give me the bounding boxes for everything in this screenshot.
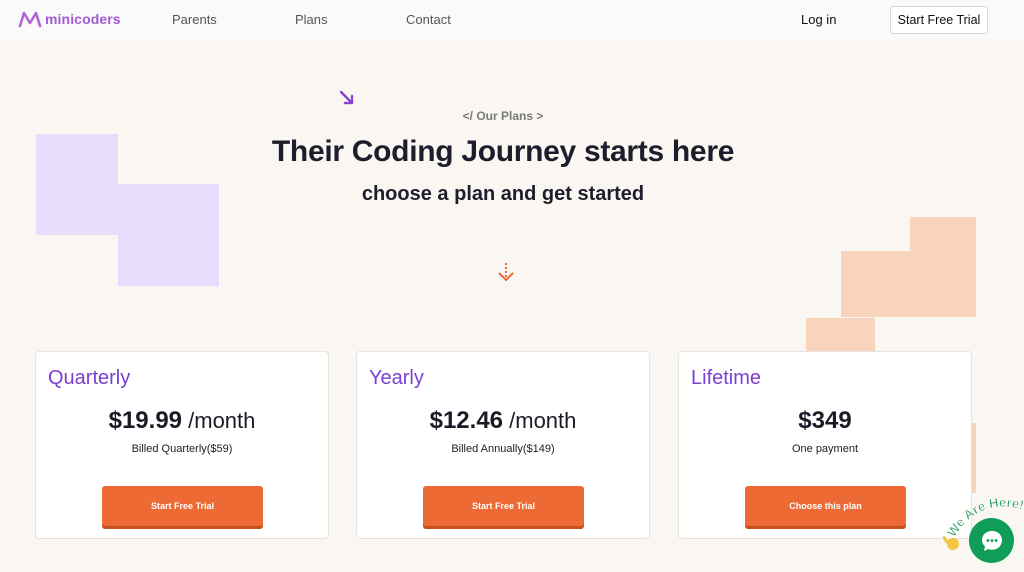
page-title: Their Coding Journey starts here [271,135,735,168]
plan-price: $349 [798,407,852,434]
chat-button[interactable] [969,518,1014,563]
nav-start-free-trial-button[interactable]: Start Free Trial [890,6,988,34]
section-eyebrow: </ Our Plans > [462,109,544,123]
plan-price: $19.99 /month [108,407,256,434]
decor-block [806,318,875,352]
minicoders-logo-icon [18,11,42,28]
decor-block [910,217,976,317]
arrow-diagonal-icon [339,90,354,105]
plan-billing: Billed Annually($149) [451,443,555,455]
plan-card-lifetime: Lifetime $349 One payment Choose this pl… [678,351,972,539]
nav-link-contact[interactable]: Contact [406,12,451,27]
choose-plan-button[interactable]: Choose this plan [745,486,906,526]
plan-card-yearly: Yearly $12.46 /month Billed Annually($14… [356,351,650,539]
page-subtitle: choose a plan and get started [361,183,645,205]
plan-price: $12.46 /month [429,407,577,434]
arrow-down-icon [498,263,514,282]
plan-billing: Billed Quarterly($59) [131,443,233,455]
nav-link-plans[interactable]: Plans [295,12,328,27]
brand-logo[interactable]: minicoders [18,10,121,28]
start-free-trial-button[interactable]: Start Free Trial [102,486,263,526]
top-nav: minicoders Parents Plans Contact Log in … [0,0,1024,40]
decor-block [841,251,910,317]
plan-billing: One payment [791,443,859,455]
brand-name: minicoders [45,11,121,27]
plan-name: Quarterly [48,367,131,389]
plan-card-quarterly: Quarterly $19.99 /month Billed Quarterly… [35,351,329,539]
plan-name: Lifetime [691,367,762,389]
start-free-trial-button[interactable]: Start Free Trial [423,486,584,526]
login-link[interactable]: Log in [801,12,836,27]
nav-link-parents[interactable]: Parents [172,12,217,27]
plan-name: Yearly [369,367,424,389]
chat-icon [981,530,1002,551]
